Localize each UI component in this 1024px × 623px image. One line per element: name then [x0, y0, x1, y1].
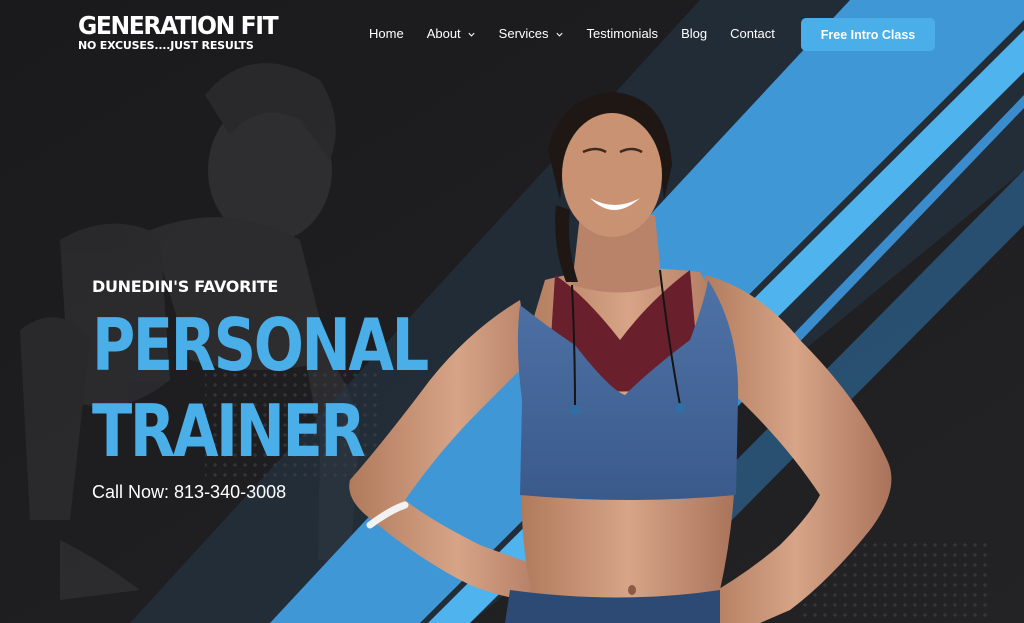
phone-label: Call Now: [92, 482, 170, 502]
nav-item-about[interactable]: About [427, 26, 476, 42]
nav-item-label: Testimonials [586, 26, 659, 41]
headline-line-1: PERSONAL [92, 303, 429, 387]
nav-item-label: Blog [681, 26, 708, 41]
chevron-down-icon [555, 32, 563, 37]
nav-item-contact[interactable]: Contact [730, 26, 775, 42]
nav-item-services[interactable]: Services [499, 26, 564, 42]
brand-logo[interactable]: GENERATION FIT NO EXCUSES....JUST RESULT… [78, 12, 290, 52]
site-header: GENERATION FIT NO EXCUSES....JUST RESULT… [0, 0, 1024, 68]
nav-item-testimonials[interactable]: Testimonials [587, 26, 659, 42]
nav-item-label: Services [498, 26, 549, 41]
brand-tagline: NO EXCUSES....JUST RESULTS [78, 39, 254, 52]
nav-item-home[interactable]: Home [369, 26, 404, 42]
call-now-line[interactable]: Call Now: 813-340-3008 [92, 482, 286, 503]
nav-item-label: Contact [730, 26, 775, 41]
phone-number: 813-340-3008 [174, 482, 287, 502]
headline-line-2: TRAINER [92, 389, 366, 473]
brand-name: GENERATION FIT [78, 11, 279, 40]
main-nav: Home About Services Testimonials Blog Co… [369, 26, 798, 42]
free-intro-class-button[interactable]: Free Intro Class [801, 18, 935, 51]
nav-item-blog[interactable]: Blog [681, 26, 707, 42]
nav-item-label: Home [369, 26, 404, 41]
hero-headline: PERSONAL TRAINER [92, 302, 429, 474]
hero-eyebrow: DUNEDIN'S FAVORITE [92, 277, 279, 296]
chevron-down-icon [468, 32, 475, 37]
nav-item-label: About [426, 26, 461, 41]
